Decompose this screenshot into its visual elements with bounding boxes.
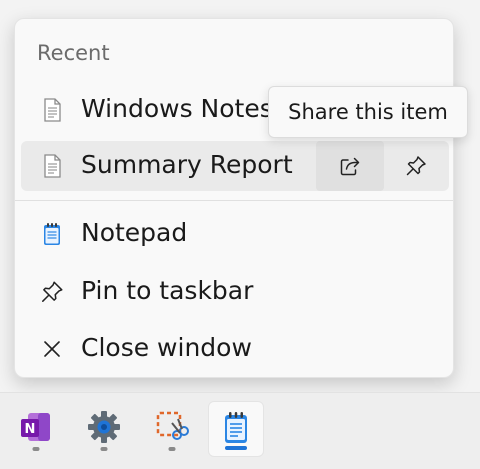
svg-text:N: N (25, 422, 36, 437)
task-label: Notepad (81, 218, 188, 247)
share-button[interactable] (316, 141, 384, 191)
menu-divider (15, 200, 453, 201)
close-icon (39, 336, 65, 362)
notepad-icon (225, 412, 247, 443)
pin-icon (39, 279, 65, 305)
settings-gear-icon (88, 411, 120, 443)
active-indicator (225, 446, 247, 450)
recent-item-label: Windows Notes (81, 94, 273, 123)
recent-item-summary-report[interactable]: Summary Report (21, 141, 449, 191)
share-icon (340, 157, 360, 176)
notepad-icon (39, 221, 65, 247)
recent-item-label: Summary Report (81, 150, 293, 179)
task-close-window[interactable]: Close window (21, 324, 449, 374)
taskbar-app-onenote[interactable]: N (8, 401, 64, 457)
snipping-tool-icon (156, 411, 189, 440)
taskbar-app-notepad[interactable] (208, 401, 264, 457)
onenote-icon: N (21, 413, 50, 441)
taskbar-app-snipping-tool[interactable] (144, 401, 200, 457)
document-icon (39, 153, 65, 179)
tooltip: Share this item (268, 86, 468, 138)
pin-to-list-button[interactable] (384, 141, 448, 191)
taskbar-app-settings[interactable] (76, 401, 132, 457)
task-label: Close window (81, 333, 252, 362)
taskbar: N (0, 392, 480, 469)
section-label-recent: Recent (37, 41, 110, 65)
running-indicator (32, 447, 40, 451)
pin-icon (406, 156, 426, 176)
running-indicator (100, 447, 108, 451)
running-indicator (168, 447, 176, 451)
task-pin-to-taskbar[interactable]: Pin to taskbar (21, 267, 449, 317)
task-notepad[interactable]: Notepad (21, 209, 449, 259)
task-label: Pin to taskbar (81, 276, 254, 305)
document-icon (39, 97, 65, 123)
jump-list-menu: Recent Windows Notes Summary Report Note… (14, 18, 454, 378)
